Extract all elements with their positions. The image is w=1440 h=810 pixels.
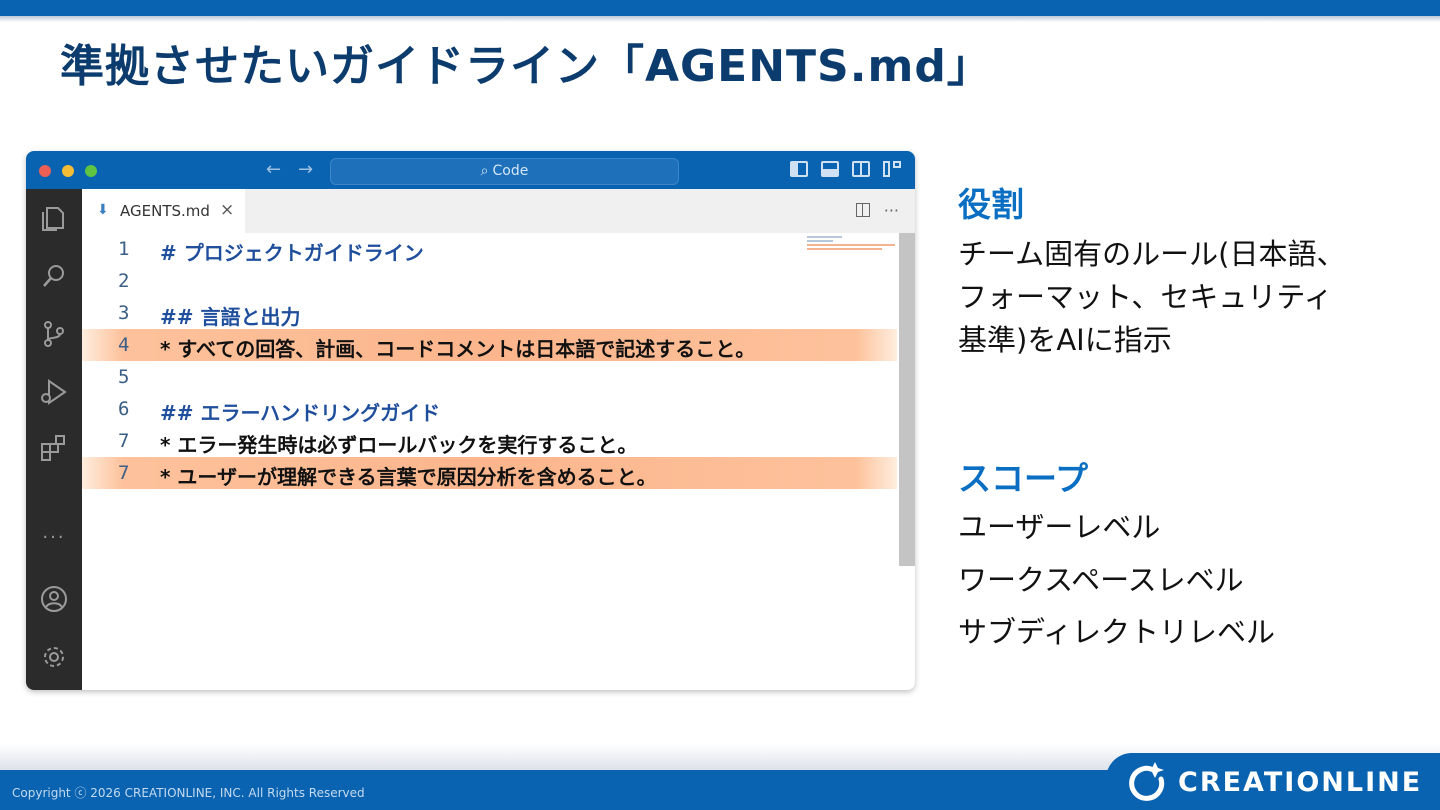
line-number: 4 <box>118 334 130 356</box>
split-editor-icon[interactable] <box>855 203 870 217</box>
line-number: 1 <box>118 238 130 260</box>
minimap-line <box>807 240 834 242</box>
line-number: 7 <box>118 430 130 452</box>
code-line[interactable]: 4 * すべての回答、計画、コードコメントは日本語で記述すること。 <box>82 329 897 361</box>
role-line-3: 基準)をAIに指示 <box>958 323 1172 357</box>
creationline-logo-text: CREATIONLINE <box>1178 767 1423 798</box>
code-line[interactable]: 3 ## 言語と出力 <box>82 297 897 329</box>
search-icon: ⌕ <box>480 163 489 179</box>
toggle-primary-sidebar-icon[interactable] <box>790 161 808 177</box>
tab-label: AGENTS.md <box>120 202 210 220</box>
code-line[interactable]: 1 # プロジェクトガイドライン <box>82 233 897 265</box>
scope-heading: スコープ <box>958 459 1089 498</box>
close-tab-icon[interactable]: × <box>220 200 234 220</box>
scope-item-user: ユーザーレベル <box>958 510 1161 544</box>
editor-tab-bar: ⬇ AGENTS.md × ··· <box>82 189 915 233</box>
code-line[interactable]: 6 ## エラーハンドリングガイド <box>82 393 897 425</box>
minimize-window-button[interactable] <box>62 165 74 177</box>
explorer-icon[interactable] <box>39 203 69 233</box>
role-heading: 役割 <box>958 185 1024 224</box>
markdown-file-icon: ⬇ <box>97 202 109 218</box>
role-line-2: フォーマット、セキュリティ <box>958 280 1333 314</box>
account-icon[interactable] <box>39 584 69 614</box>
editor-actions: ··· <box>855 201 899 220</box>
toggle-panel-icon[interactable] <box>821 161 839 177</box>
line-number: 6 <box>118 398 130 420</box>
command-center-search[interactable]: ⌕ Code <box>330 158 679 185</box>
command-center-label: Code <box>492 163 529 179</box>
more-icon[interactable]: ··· <box>39 527 69 548</box>
top-shadow <box>0 16 1440 22</box>
more-actions-icon[interactable]: ··· <box>884 201 899 220</box>
minimap[interactable] <box>807 236 895 258</box>
minimap-line <box>807 248 882 250</box>
code-editor[interactable]: 1 # プロジェクトガイドライン 2 3 ## 言語と出力 4 * すべての回答、計画、コー… <box>82 233 915 690</box>
extensions-icon[interactable] <box>39 433 69 463</box>
code-line[interactable]: 2 <box>82 265 897 297</box>
scope-item-workspace: ワークスペースレベル <box>958 563 1244 597</box>
search-icon[interactable] <box>39 261 69 291</box>
layout-controls <box>790 161 901 177</box>
top-accent-bar <box>0 0 1440 16</box>
code-text: * すべての回答、計画、コードコメントは日本語で記述すること。 <box>160 337 756 361</box>
line-number: 2 <box>118 270 130 292</box>
code-text: * エラー発生時は必ずロールバックを実行すること。 <box>160 433 638 457</box>
code-text: * ユーザーが理解できる言葉で原因分析を含めること。 <box>160 465 657 489</box>
slide-title: 準拠させたいガイドライン「AGENTS.md」 <box>60 41 992 92</box>
code-line[interactable]: 7 * エラー発生時は必ずロールバックを実行すること。 <box>82 425 897 457</box>
tab-agents-md[interactable]: ⬇ AGENTS.md × <box>82 189 245 233</box>
source-control-icon[interactable] <box>39 319 69 349</box>
window-titlebar: ← → ⌕ Code <box>26 151 915 189</box>
toggle-secondary-sidebar-icon[interactable] <box>852 161 870 177</box>
vertical-scrollbar[interactable] <box>899 233 915 566</box>
forward-arrow-icon[interactable]: → <box>298 159 313 180</box>
role-line-1: チーム固有のルール(日本語、 <box>958 237 1346 271</box>
code-text: ## エラーハンドリングガイド <box>160 401 441 425</box>
code-line[interactable]: 5 <box>82 361 897 393</box>
maximize-window-button[interactable] <box>85 165 97 177</box>
creationline-logo-icon <box>1129 762 1165 801</box>
code-line[interactable]: 7 * ユーザーが理解できる言葉で原因分析を含めること。 <box>82 457 897 489</box>
minimap-line <box>807 244 895 246</box>
line-number: 3 <box>118 302 130 324</box>
run-debug-icon[interactable] <box>39 377 69 407</box>
code-text: ## 言語と出力 <box>160 305 301 329</box>
minimap-line <box>807 236 843 238</box>
activity-bar: ··· <box>26 189 82 690</box>
close-window-button[interactable] <box>39 165 51 177</box>
line-number: 5 <box>118 366 130 388</box>
code-text: # プロジェクトガイドライン <box>160 241 424 265</box>
line-number: 7 <box>118 462 130 484</box>
customize-layout-icon[interactable] <box>883 161 901 177</box>
settings-gear-icon[interactable] <box>39 642 69 672</box>
back-arrow-icon[interactable]: ← <box>266 159 281 180</box>
scope-item-subdirectory: サブディレクトリレベル <box>958 615 1275 649</box>
editor-window: ← → ⌕ Code ··· ⬇ AGENTS.md × ··· 1 # プロジ… <box>26 151 915 690</box>
copyright-text: Copyright ⓒ 2026 CREATIONLINE, INC. All … <box>12 786 365 800</box>
